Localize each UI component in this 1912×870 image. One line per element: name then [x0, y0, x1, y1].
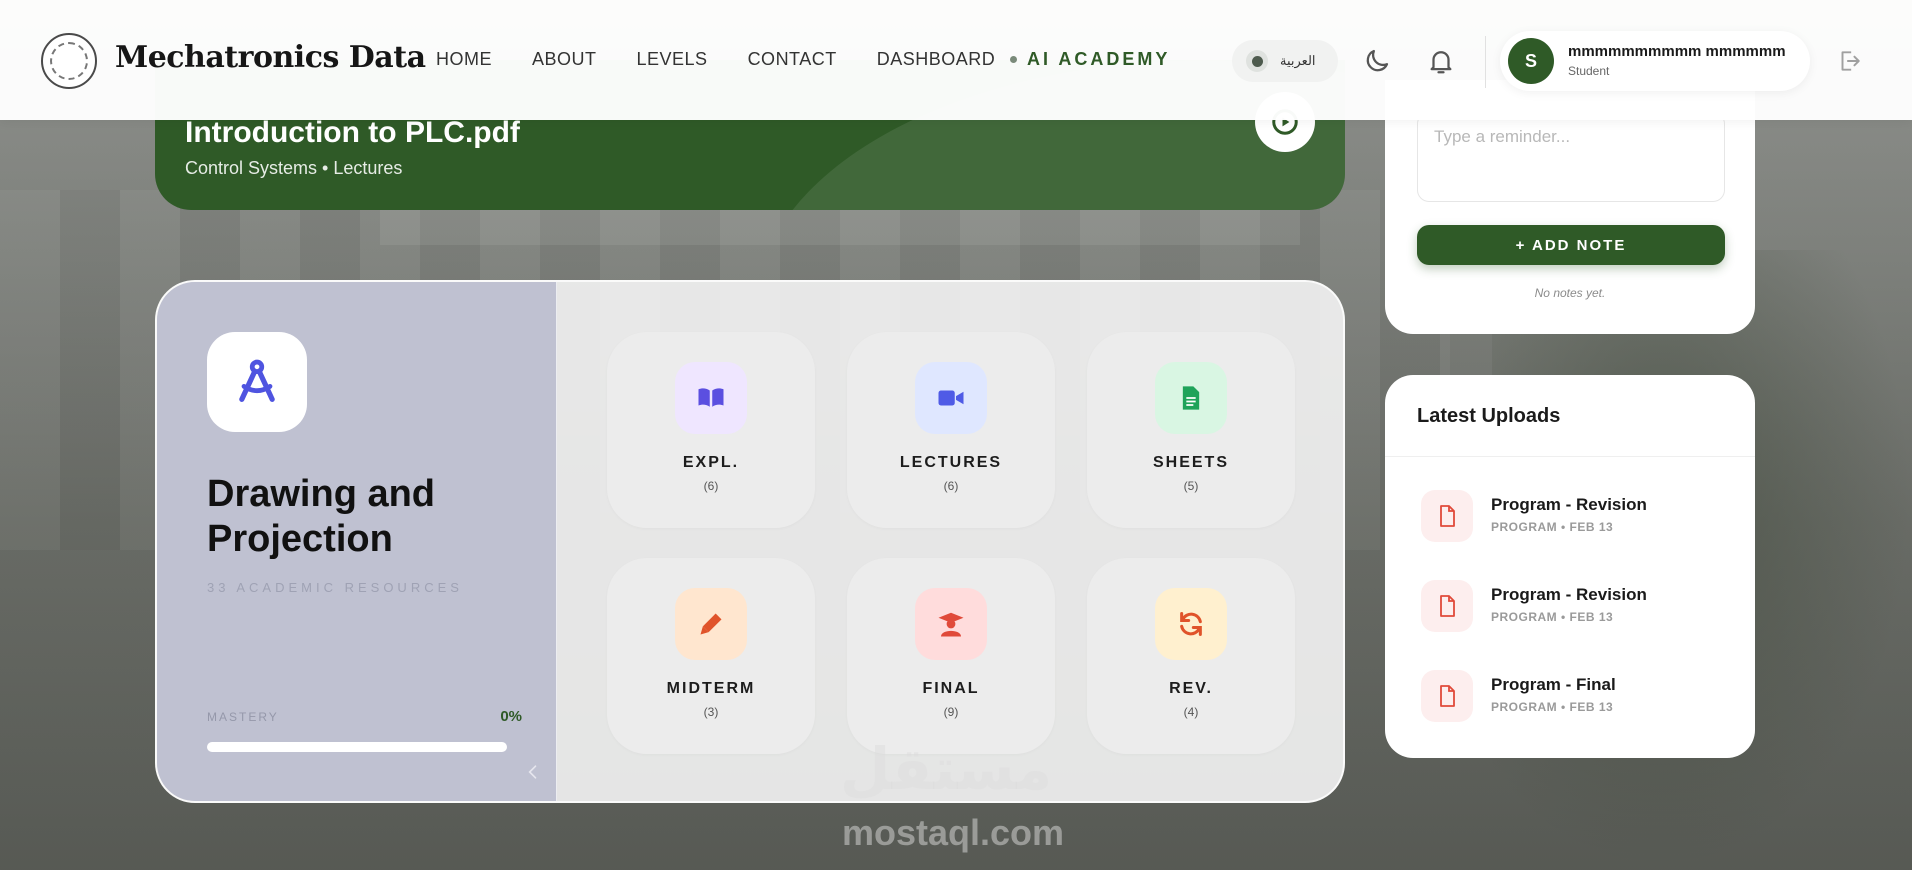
upload-meta: PROGRAM • FEB 13	[1491, 610, 1614, 624]
notification-bell-icon[interactable]	[1426, 46, 1456, 76]
upload-title: Program - Final	[1491, 675, 1616, 694]
file-icon	[1421, 670, 1473, 722]
latest-uploads-title: Latest Uploads	[1417, 405, 1561, 427]
tile-count: (5)	[1183, 479, 1199, 493]
current-file-subtitle: Control Systems • Lectures	[185, 158, 403, 178]
user-role: Student	[1568, 64, 1610, 78]
tile-final[interactable]: FINAL (9)	[847, 558, 1055, 754]
background-roof	[380, 205, 1300, 245]
header-divider	[1485, 36, 1486, 88]
watermark-latin: mostaql.com	[842, 812, 1065, 853]
tile-icon-bg	[915, 588, 987, 660]
dark-mode-moon-icon[interactable]	[1362, 46, 1392, 76]
list-item[interactable]: Program - Revision PROGRAM • FEB 13	[1421, 580, 1731, 632]
list-item[interactable]: Program - Revision PROGRAM • FEB 13	[1421, 490, 1731, 542]
tile-icon-bg	[675, 588, 747, 660]
subject-summary-panel: Drawing and Projection 33 ACADEMIC RESOU…	[157, 282, 557, 801]
latest-uploads-panel: Latest Uploads Program - Revision PROGRA…	[1385, 375, 1755, 758]
language-switch[interactable]: العربية	[1232, 40, 1338, 82]
tile-label: REV.	[1169, 680, 1213, 697]
tile-icon-bg	[1155, 588, 1227, 660]
upload-meta: PROGRAM • FEB 13	[1491, 700, 1614, 714]
tile-label: EXPL.	[682, 454, 740, 471]
book-icon	[698, 388, 724, 407]
user-name: mmmmmmmmmm mmmmmm	[1568, 43, 1786, 60]
reminder-input[interactable]	[1417, 112, 1725, 202]
nav-about[interactable]: ABOUT	[532, 49, 597, 70]
chevron-left-icon[interactable]	[523, 760, 543, 784]
refresh-icon	[1180, 611, 1202, 637]
nav-ai-academy[interactable]: AI ACADEMY	[1010, 49, 1170, 70]
nav-home[interactable]: HOME	[436, 49, 492, 70]
upload-title: Program - Revision	[1491, 495, 1647, 514]
subject-title: Drawing and Projection	[207, 473, 436, 560]
ai-dot-icon	[1010, 56, 1017, 63]
tile-midterm[interactable]: MIDTERM (3)	[607, 558, 815, 754]
drafting-compass-icon	[207, 332, 307, 432]
mastery-value: 0%	[500, 708, 522, 725]
file-icon	[1421, 490, 1473, 542]
university-logo-icon[interactable]	[41, 33, 97, 89]
tile-count: (6)	[703, 479, 719, 493]
current-file-title[interactable]: Introduction to PLC.pdf	[185, 116, 520, 150]
user-profile-chip[interactable]: S mmmmmmmmmm mmmmmm Student	[1500, 31, 1810, 91]
resource-category-grid: EXPL. (6) LECTURES (6) SHEETS (5) MIDTER…	[607, 332, 1295, 754]
tile-label: SHEETS	[1152, 454, 1229, 471]
logout-icon[interactable]	[1836, 48, 1862, 74]
watermark-arabic: مستقل	[840, 735, 1053, 803]
tile-lectures[interactable]: LECTURES (6)	[847, 332, 1055, 528]
upload-meta: PROGRAM • FEB 13	[1491, 520, 1614, 534]
file-icon	[1421, 580, 1473, 632]
video-icon	[938, 390, 964, 406]
tile-icon-bg	[1155, 362, 1227, 434]
tile-icon-bg	[915, 362, 987, 434]
subject-resource-count: 33 ACADEMIC RESOURCES	[207, 580, 463, 595]
notes-empty-state: No notes yet.	[1534, 286, 1606, 300]
graduate-icon	[938, 612, 964, 637]
add-note-button[interactable]: + ADD NOTE	[1417, 225, 1725, 265]
nav-levels[interactable]: LEVELS	[637, 49, 708, 70]
main-nav: HOME ABOUT LEVELS CONTACT DASHBOARD	[436, 49, 995, 70]
tile-sheets[interactable]: SHEETS (5)	[1087, 332, 1295, 528]
upload-title: Program - Revision	[1491, 585, 1647, 604]
tile-label: LECTURES	[899, 454, 1003, 471]
mastery-label: MASTERY	[207, 710, 279, 724]
top-navbar: Mechatronics Data HOME ABOUT LEVELS CONT…	[0, 0, 1912, 120]
ai-academy-label: AI ACADEMY	[1027, 49, 1171, 69]
tile-explanations[interactable]: EXPL. (6)	[607, 332, 815, 528]
tile-count: (6)	[943, 479, 959, 493]
pen-icon	[700, 613, 722, 635]
tile-count: (3)	[703, 705, 719, 719]
uploads-divider	[1385, 456, 1755, 457]
tile-count: (4)	[1183, 705, 1199, 719]
language-label: العربية	[1280, 53, 1316, 68]
avatar: S	[1508, 38, 1554, 84]
tile-icon-bg	[675, 362, 747, 434]
sheet-icon	[1182, 386, 1200, 410]
nav-dashboard[interactable]: DASHBOARD	[877, 49, 996, 70]
tile-label: MIDTERM	[666, 680, 756, 697]
mastery-progress-bar	[207, 742, 507, 752]
nav-contact[interactable]: CONTACT	[748, 49, 837, 70]
tile-label: FINAL	[922, 680, 980, 697]
list-item[interactable]: Program - Final PROGRAM • FEB 13	[1421, 670, 1731, 722]
tile-revision[interactable]: REV. (4)	[1087, 558, 1295, 754]
globe-icon	[1246, 50, 1268, 72]
brand-name[interactable]: Mechatronics Data	[115, 40, 426, 75]
subject-card: Drawing and Projection 33 ACADEMIC RESOU…	[155, 280, 1345, 803]
tile-count: (9)	[943, 705, 959, 719]
